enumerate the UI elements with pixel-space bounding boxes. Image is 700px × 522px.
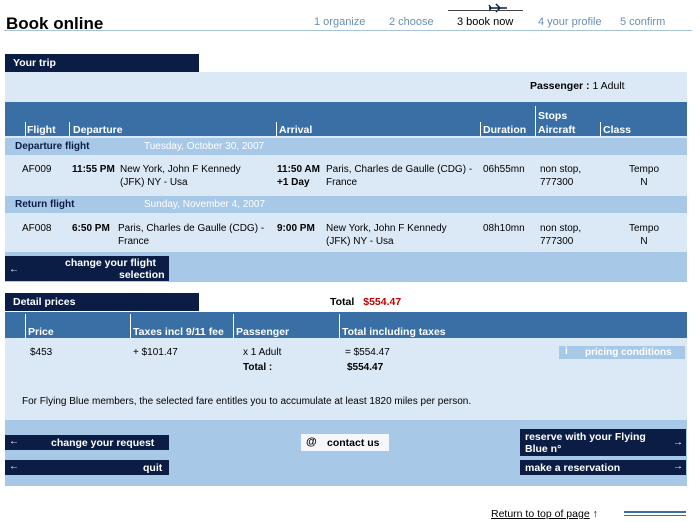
arrow-right-icon: →	[673, 461, 683, 472]
booking-steps: 1 organize 2 choose 3 book now 4 your pr…	[310, 16, 690, 30]
footer-rule	[624, 511, 686, 516]
change-flight-selection-button[interactable]: ← change your flight selection	[5, 256, 169, 281]
departure-segment-bar: Departure flight Tuesday, October 30, 20…	[5, 138, 687, 155]
contact-us-button[interactable]: @ contact us	[301, 434, 389, 451]
detail-prices-label: Detail prices	[5, 293, 199, 311]
step-confirm[interactable]: 5 confirm	[620, 16, 665, 28]
arrow-left-icon: ←	[9, 264, 19, 275]
col-departure: Departure	[73, 124, 123, 136]
departure-arr-place: Paris, Charles de Gaulle (CDG) - France	[326, 164, 473, 188]
pricing-conditions-link[interactable]: i pricing conditions	[559, 346, 685, 359]
return-class: Tempo N	[628, 223, 659, 247]
your-trip-label: Your trip	[5, 54, 199, 72]
col-aircraft: Aircraft	[538, 124, 576, 136]
arrow-left-icon: ←	[9, 461, 19, 472]
departure-dep-place: New York, John F Kennedy (JFK) NY - Usa	[120, 164, 241, 188]
quit-button[interactable]: ← quit	[5, 460, 169, 475]
step-book-now: 3 book now	[457, 16, 514, 28]
miles-note: For Flying Blue members, the selected fa…	[22, 396, 472, 407]
return-segment-bar: Return flight Sunday, November 4, 2007	[5, 196, 687, 213]
price-value: $453	[30, 347, 53, 358]
return-dep-time: 6:50 PM	[72, 223, 110, 234]
passenger-summary: Passenger : 1 Adult	[530, 80, 625, 92]
step-choose[interactable]: 2 choose	[389, 16, 434, 28]
return-dep-place: Paris, Charles de Gaulle (CDG) - France	[118, 223, 265, 247]
airplane-icon	[488, 3, 507, 13]
col-duration: Duration	[483, 124, 527, 136]
col-arrival: Arrival	[279, 124, 313, 136]
header-divider	[4, 30, 692, 31]
return-stops-aircraft: non stop, 777300	[540, 223, 582, 247]
departure-arr-time: 11:50 AM +1 Day	[277, 164, 320, 188]
arrow-right-icon: →	[673, 437, 683, 448]
flight-table-header: Flight Departure Arrival Duration Stops …	[5, 102, 687, 136]
departure-class: Tempo N	[628, 164, 659, 188]
departure-segment-label: Departure flight	[15, 141, 90, 152]
return-arr-place: New York, John F Kennedy (JFK) NY - Usa	[326, 223, 447, 247]
arrow-up-icon: ↑	[592, 508, 598, 520]
col-flight: Flight	[27, 124, 56, 136]
passenger-value: 1 Adult	[592, 80, 625, 92]
departure-dep-time: 11:55 PM	[72, 164, 115, 175]
total-incl-value: = $554.47	[345, 347, 390, 358]
departure-duration: 06h55mn	[483, 164, 525, 175]
sum-value: $554.47	[347, 362, 384, 373]
prices-table-header: Price Taxes incl 9/11 fee Passenger Tota…	[5, 312, 687, 338]
make-reservation-button[interactable]: make a reservation →	[520, 460, 686, 475]
at-icon: @	[306, 436, 317, 448]
arrow-left-icon: ←	[9, 436, 19, 447]
return-to-top-link[interactable]: Return to top of page ↑	[491, 508, 598, 520]
return-arr-time: 9:00 PM	[277, 223, 315, 234]
return-flight-number: AF008	[22, 223, 52, 234]
price-total-summary: Total $554.47	[330, 296, 402, 308]
col-taxes: Taxes incl 9/11 fee	[133, 326, 224, 338]
sum-label: Total :	[243, 362, 273, 373]
info-icon: i	[565, 346, 568, 357]
departure-date: Tuesday, October 30, 2007	[144, 141, 265, 152]
return-segment-label: Return flight	[15, 199, 75, 210]
change-request-button[interactable]: ← change your request	[5, 435, 169, 450]
step-organize[interactable]: 1 organize	[314, 16, 365, 28]
departure-flight-number: AF009	[22, 164, 52, 175]
col-total-incl: Total including taxes	[342, 326, 446, 338]
page-title: Book online	[6, 14, 104, 33]
col-stops: Stops	[538, 110, 568, 122]
passenger-count: x 1 Adult	[243, 347, 282, 358]
return-date: Sunday, November 4, 2007	[144, 199, 266, 210]
reserve-flying-blue-button[interactable]: reserve with your Flying Blue n° →	[520, 429, 686, 456]
col-passenger: Passenger	[236, 326, 290, 338]
price-total-value: $554.47	[363, 296, 402, 308]
departure-stops-aircraft: non stop, 777300	[540, 164, 582, 188]
step-your-profile[interactable]: 4 your profile	[538, 16, 602, 28]
step-indicator-line	[448, 10, 523, 11]
passenger-label: Passenger :	[530, 80, 590, 92]
col-class: Class	[603, 124, 632, 136]
col-price: Price	[28, 326, 54, 338]
taxes-value: + $101.47	[133, 347, 178, 358]
return-duration: 08h10mn	[483, 223, 525, 234]
